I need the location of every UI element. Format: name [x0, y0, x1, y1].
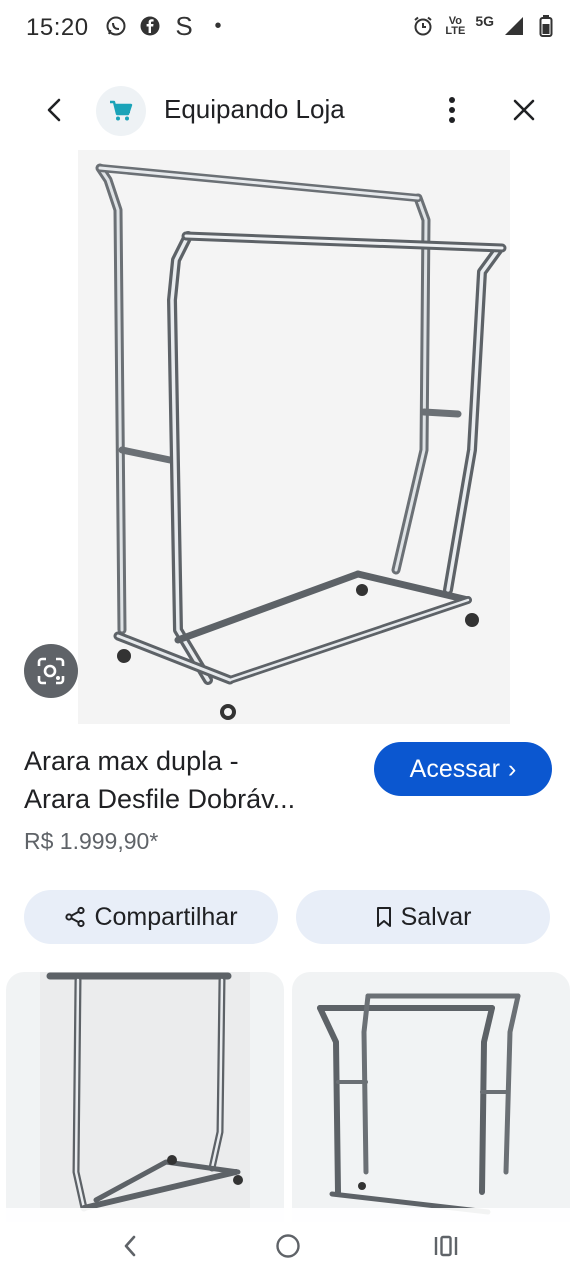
more-options-button[interactable] [432, 88, 472, 132]
nav-home-button[interactable] [264, 1224, 312, 1268]
s-app-icon: S [175, 10, 193, 41]
chevron-right-icon: › [507, 754, 517, 783]
product-image[interactable] [78, 150, 510, 724]
back-icon [124, 1235, 136, 1257]
status-time: 15:20 [26, 14, 89, 41]
network-type: 5G [475, 13, 494, 29]
share-icon [65, 906, 86, 928]
visit-button[interactable]: Acessar › [374, 742, 552, 796]
status-bar: 15:20 S • Vo LTE 5G [0, 0, 576, 58]
visit-label: Acessar [409, 754, 500, 783]
google-lens-button[interactable] [24, 644, 78, 698]
battery-icon [534, 14, 558, 38]
facebook-icon [138, 14, 162, 38]
save-button[interactable]: Salvar [296, 890, 550, 944]
double-rack-illustration [317, 993, 521, 1215]
share-label: Compartilhar [94, 902, 238, 931]
status-right-icons: Vo LTE 5G [411, 13, 558, 38]
share-button[interactable]: Compartilhar [24, 890, 278, 944]
product-price: R$ 1.999,90* [24, 828, 159, 854]
top-app-bar: Equipando Loja [0, 72, 576, 148]
site-title[interactable]: Equipando Loja [164, 94, 345, 125]
volte-icon: Vo LTE [443, 14, 467, 38]
bookmark-icon [376, 907, 391, 927]
alarm-icon [411, 14, 435, 38]
cart-icon [110, 100, 133, 121]
single-rack-illustration [40, 972, 250, 1222]
product-title[interactable]: Arara max dupla - Arara Desfile Dobráv..… [24, 742, 360, 818]
close-button[interactable] [502, 88, 546, 132]
system-navigation-bar [0, 1208, 576, 1280]
lens-icon [37, 657, 65, 685]
signal-icon [502, 14, 526, 38]
more-vert-icon [449, 97, 455, 123]
dot-icon: • [214, 14, 222, 37]
site-favicon [96, 86, 146, 136]
nav-back-button[interactable] [106, 1224, 154, 1268]
save-label: Salvar [400, 902, 472, 931]
status-left-icons: S • [104, 10, 230, 41]
home-icon [276, 1234, 300, 1258]
related-image-1[interactable] [6, 972, 284, 1222]
volte-line2: LTE [445, 25, 466, 37]
related-image-2[interactable] [292, 972, 570, 1222]
clothing-rack-illustration [95, 163, 507, 720]
close-icon [513, 99, 535, 121]
back-button[interactable] [32, 88, 76, 132]
product-title-line-2: Arara Desfile Dobráv... [24, 784, 296, 814]
nav-recent-apps-button[interactable] [422, 1224, 470, 1268]
chevron-left-icon [47, 98, 61, 122]
recent-apps-icon [434, 1235, 458, 1257]
whatsapp-icon [104, 14, 128, 38]
product-title-line-1: Arara max dupla - [24, 746, 239, 776]
